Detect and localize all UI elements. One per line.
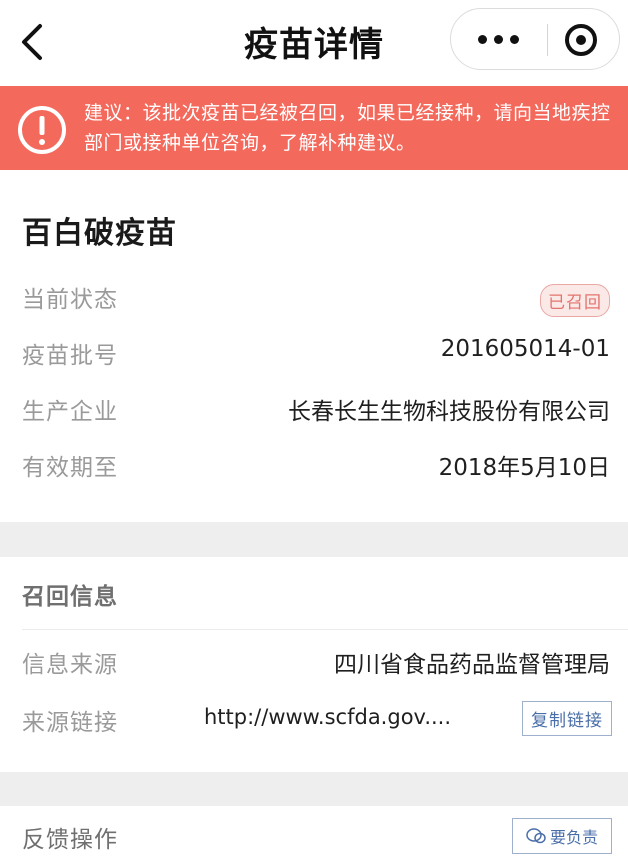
expiry-date-value: 2018年5月10日 [438,455,610,481]
navigation-bar: 疫苗详情 [0,0,628,86]
status-label: 当前状态 [22,287,118,313]
vaccine-name: 百白破疫苗 [22,216,177,251]
capsule-divider [547,24,548,56]
section-divider [22,629,628,630]
back-button[interactable] [14,22,50,62]
miniprogram-capsule [450,8,620,70]
chevron-left-icon [22,24,42,60]
target-close-icon [565,24,597,56]
vaccine-info-card: 百白破疫苗 当前状态 已召回 疫苗批号 201605014-01 生产企业 长春… [0,170,628,522]
feedback-button[interactable]: 要负责 [512,818,612,854]
info-source-value: 四川省食品药品监督管理局 [334,652,610,678]
exclamation-circle-icon [18,106,66,154]
feedback-button-text: 要负责 [549,828,598,847]
manufacturer-value: 长春长生生物科技股份有限公司 [288,399,610,425]
close-button[interactable] [561,21,601,59]
feedback-card: 反馈操作 要负责 [0,806,628,865]
copy-link-button[interactable]: 复制链接 [522,701,612,736]
status-badge: 已召回 [540,284,610,317]
batch-number-value: 201605014-01 [440,336,610,362]
batch-number-label: 疫苗批号 [22,343,118,369]
source-link-label: 来源链接 [22,710,118,736]
more-dots-icon [477,34,487,44]
recall-info-card: 召回信息 信息来源 四川省食品药品监督管理局 来源链接 http://www.s… [0,557,628,772]
recall-warning-banner: 建议：该批次疫苗已经被召回，如果已经接种，请向当地疾控部门或接种单位咨询，了解补… [0,86,628,170]
recall-section-title: 召回信息 [22,584,118,610]
manufacturer-label: 生产企业 [22,399,118,425]
info-source-label: 信息来源 [22,652,118,678]
feedback-label: 反馈操作 [22,827,118,853]
warning-text: 建议：该批次疫苗已经被召回，如果已经接种，请向当地疾控部门或接种单位咨询，了解补… [84,102,611,154]
watermark-logo-icon [526,828,546,844]
expiry-date-label: 有效期至 [22,455,118,481]
more-button[interactable] [463,17,533,61]
source-link-url: http://www.scfda.gov.... [204,705,452,729]
